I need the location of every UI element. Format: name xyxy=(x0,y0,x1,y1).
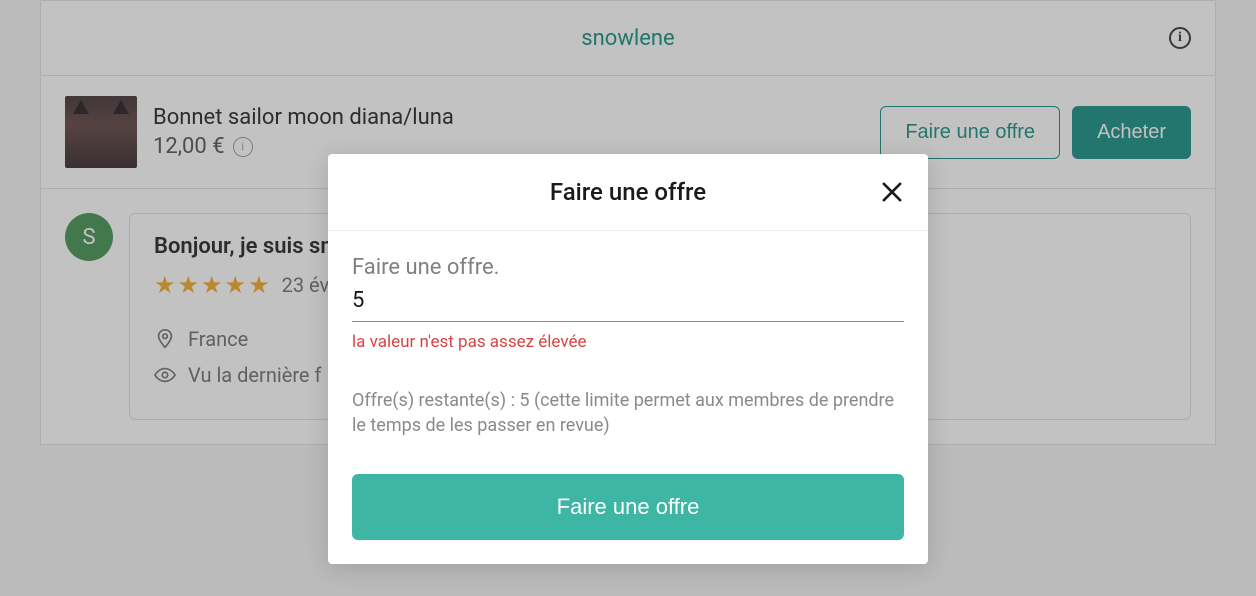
remaining-offers-text: Offre(s) restante(s) : 5 (cette limite p… xyxy=(352,388,904,438)
offer-input[interactable] xyxy=(352,284,904,322)
close-icon[interactable] xyxy=(878,178,906,206)
modal-title: Faire une offre xyxy=(550,178,706,206)
modal-header: Faire une offre xyxy=(328,154,928,231)
modal-body: Faire une offre. la valeur n'est pas ass… xyxy=(328,231,928,564)
make-offer-modal: Faire une offre Faire une offre. la vale… xyxy=(328,154,928,564)
submit-offer-button[interactable]: Faire une offre xyxy=(352,474,904,540)
offer-field-label: Faire une offre. xyxy=(352,255,904,280)
error-message: la valeur n'est pas assez élevée xyxy=(352,332,904,352)
